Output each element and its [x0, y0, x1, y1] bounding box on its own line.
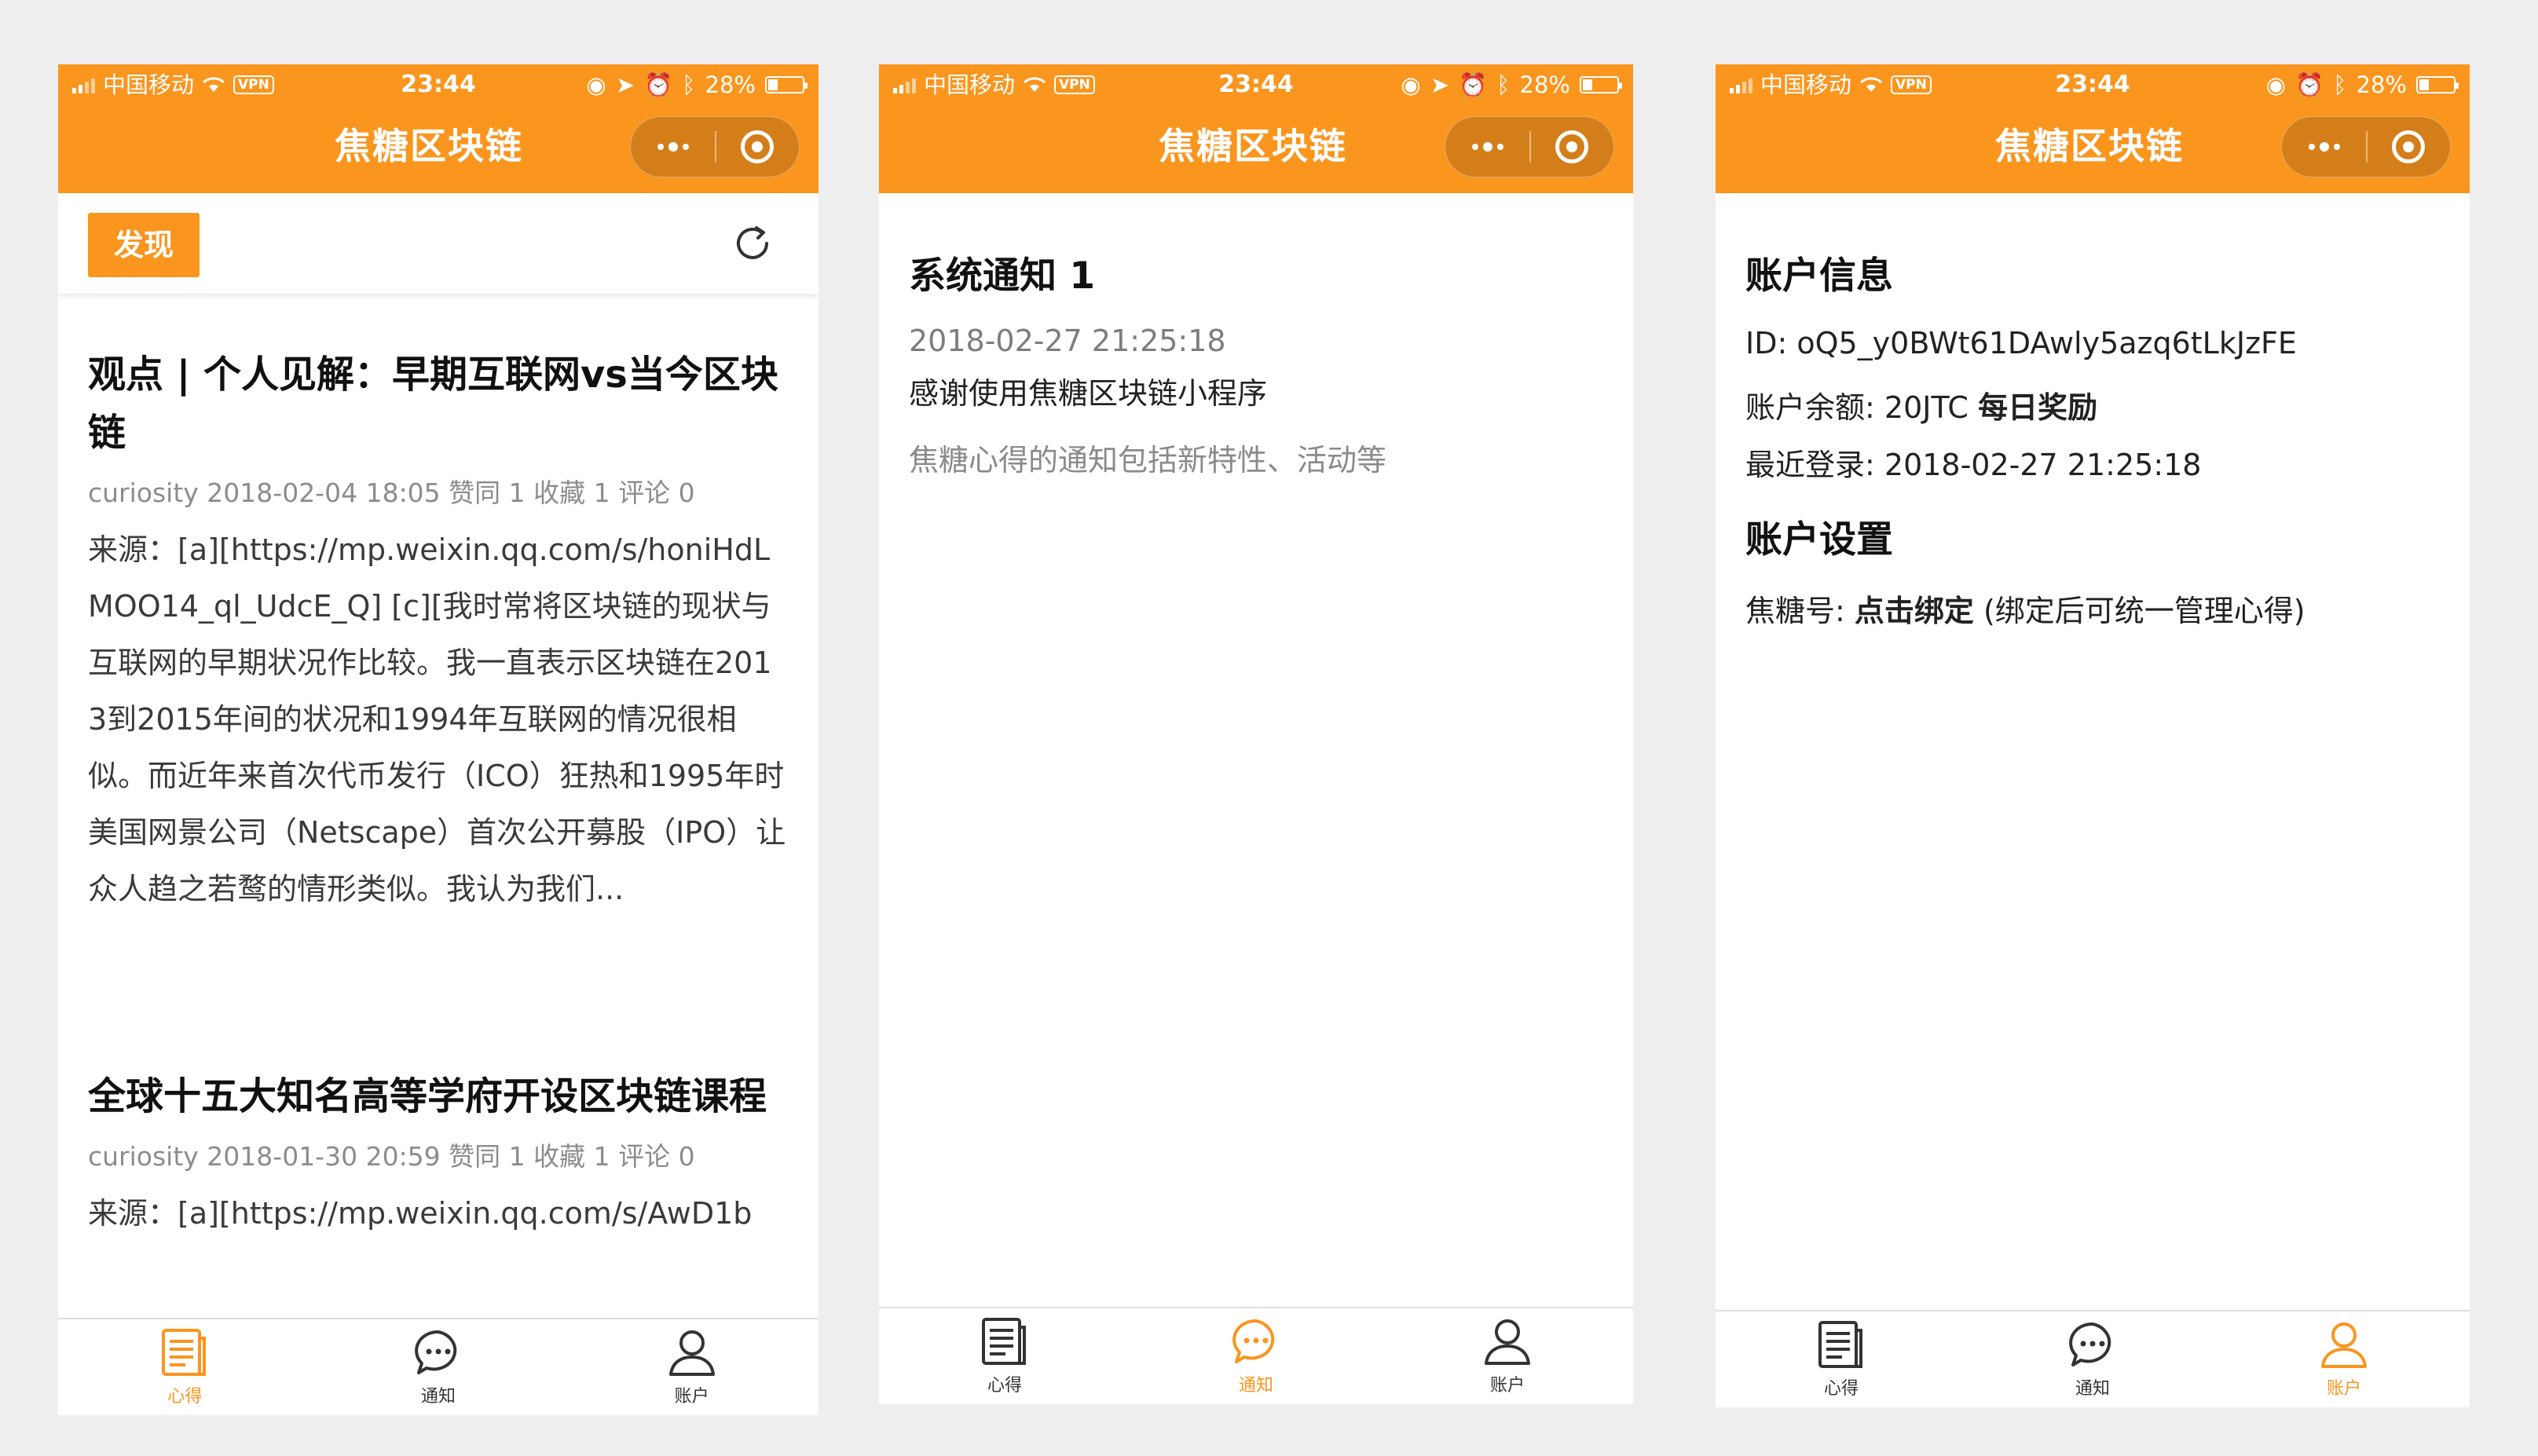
- article-card[interactable]: 全球十五大知名高等学府开设区块链课程 curiosity 2018-01-30 …: [88, 1067, 787, 1242]
- document-icon: [162, 1329, 207, 1376]
- battery-percent: 28%: [1519, 71, 1570, 98]
- article-title[interactable]: 全球十五大知名高等学府开设区块链课程: [88, 1067, 787, 1125]
- bluetooth-icon: ᛒ: [682, 71, 696, 98]
- bluetooth-icon: ᛒ: [2333, 71, 2347, 98]
- balance-value: 20JTC: [1884, 390, 1969, 425]
- tab-insights[interactable]: 心得: [879, 1308, 1130, 1404]
- last-login-label: 最近登录:: [1745, 448, 1884, 482]
- document-icon: [982, 1318, 1026, 1365]
- account-info-heading: 账户信息: [1745, 254, 1893, 298]
- notice-title[interactable]: 系统通知 1: [909, 245, 1095, 299]
- tab-bar: 心得 通知 账户: [58, 1318, 819, 1415]
- battery-icon: [765, 76, 808, 93]
- battery-icon: [1580, 76, 1622, 93]
- navigation-bar: 中国移动 VPN 23:44 ◉ ⏰ ᛒ 28% 焦糖区块链: [1716, 64, 2470, 193]
- close-mini-program-icon[interactable]: [1531, 116, 1613, 177]
- jt-number-label: 焦糖号:: [1745, 594, 1855, 628]
- account-balance-row: 账户余额: 20JTC 每日奖励: [1745, 383, 2097, 426]
- page-title: 焦糖区块链: [1159, 125, 1347, 167]
- bind-account-link[interactable]: 点击绑定: [1855, 594, 1974, 628]
- document-icon: [1818, 1321, 1862, 1368]
- user-icon: [1485, 1319, 1530, 1365]
- notice-description: 焦糖心得的通知包括新特性、活动等: [909, 443, 1387, 477]
- bind-hint: (绑定后可统一管理心得): [1973, 594, 2305, 628]
- navigation-bar: 中国移动 VPN 23:44 ◉ ➤ ⏰ ᛒ 28% 焦糖区块链: [879, 64, 1633, 193]
- battery-percent: 28%: [2356, 71, 2407, 98]
- discover-button[interactable]: 发现: [88, 213, 200, 277]
- article-excerpt: 来源：[a][https://mp.weixin.qq.com/s/AwD1b: [88, 1196, 753, 1231]
- lock-rotation-icon: ◉: [586, 71, 606, 98]
- last-login-value: 2018-02-27 21:25:18: [1884, 448, 2202, 482]
- capsule-menu: [2281, 116, 2451, 177]
- tab-notice[interactable]: 通知: [1967, 1311, 2218, 1407]
- account-id-label: ID:: [1745, 326, 1797, 360]
- daily-reward-link[interactable]: 每日奖励: [1978, 390, 2097, 425]
- tab-label: 通知: [421, 1387, 456, 1407]
- tab-label: 心得: [1823, 1379, 1859, 1399]
- account-id-value: oQ5_y0BWt61DAwly5azq6tLkJzFE: [1796, 326, 2297, 360]
- article-excerpt: 来源：[a][https://mp.weixin.qq.com/s/honiHd…: [88, 532, 786, 906]
- article-meta: curiosity 2018-01-30 20:59 赞同 1 收藏 1 评论 …: [88, 1141, 695, 1172]
- capsule-menu: [1445, 116, 1614, 177]
- phone-screen-notice: 中国移动 VPN 23:44 ◉ ➤ ⏰ ᛒ 28% 焦糖区块链 系统通知 1 …: [879, 64, 1633, 1404]
- tab-label: 心得: [987, 1376, 1022, 1396]
- location-icon: ➤: [1430, 71, 1450, 98]
- tab-bar: 心得 通知 账户: [1716, 1310, 2470, 1407]
- tab-label: 心得: [167, 1387, 203, 1407]
- tab-notice[interactable]: 通知: [312, 1319, 566, 1415]
- navigation-bar: 中国移动 VPN 23:44 ◉ ➤ ⏰ ᛒ 28% 焦糖区块链: [58, 64, 819, 193]
- phone-screen-discover: 中国移动 VPN 23:44 ◉ ➤ ⏰ ᛒ 28% 焦糖区块链 发现 观点 |…: [58, 64, 819, 1415]
- tab-label: 通知: [1238, 1376, 1273, 1396]
- tab-label: 账户: [1489, 1376, 1525, 1396]
- chat-icon: [1232, 1319, 1275, 1363]
- alarm-icon: ⏰: [1459, 71, 1488, 98]
- tab-label: 账户: [674, 1387, 709, 1407]
- account-settings-heading: 账户设置: [1745, 518, 1893, 562]
- tab-insights[interactable]: 心得: [58, 1319, 312, 1415]
- tab-insights[interactable]: 心得: [1716, 1311, 1967, 1407]
- tab-bar: 心得 通知 账户: [879, 1307, 1633, 1404]
- more-icon[interactable]: [2282, 116, 2366, 177]
- article-meta: curiosity 2018-02-04 18:05 赞同 1 收藏 1 评论 …: [88, 477, 695, 508]
- user-icon: [668, 1330, 715, 1376]
- user-icon: [2321, 1322, 2367, 1368]
- article-card[interactable]: 观点 | 个人见解：早期互联网vs当今区块链 curiosity 2018-02…: [88, 346, 787, 917]
- page-title: 焦糖区块链: [1995, 125, 2184, 167]
- status-bar: 中国移动 VPN 23:44 ◉ ➤ ⏰ ᛒ 28%: [879, 64, 1633, 105]
- status-bar: 中国移动 VPN 23:44 ◉ ➤ ⏰ ᛒ 28%: [58, 64, 819, 105]
- article-title[interactable]: 观点 | 个人见解：早期互联网vs当今区块链: [88, 346, 787, 462]
- close-mini-program-icon[interactable]: [716, 116, 799, 177]
- page-title: 焦糖区块链: [335, 125, 523, 167]
- notice-message: 感谢使用焦糖区块链小程序: [909, 376, 1268, 411]
- tab-notice[interactable]: 通知: [1130, 1308, 1382, 1404]
- tab-account[interactable]: 账户: [565, 1319, 819, 1415]
- alarm-icon: ⏰: [644, 71, 673, 98]
- balance-label: 账户余额:: [1745, 390, 1884, 425]
- battery-percent: 28%: [705, 71, 756, 98]
- battery-icon: [2416, 76, 2459, 93]
- chat-icon: [415, 1330, 457, 1374]
- jt-number-row: 焦糖号: 点击绑定 (绑定后可统一管理心得): [1745, 587, 2305, 630]
- last-login-row: 最近登录: 2018-02-27 21:25:18: [1745, 441, 2201, 484]
- capsule-menu: [630, 116, 800, 177]
- more-icon[interactable]: [631, 116, 715, 177]
- lock-rotation-icon: ◉: [2265, 71, 2287, 98]
- tab-account[interactable]: 账户: [2218, 1311, 2470, 1407]
- refresh-icon[interactable]: [731, 221, 775, 265]
- more-icon[interactable]: [1445, 116, 1529, 177]
- bluetooth-icon: ᛒ: [1496, 71, 1511, 98]
- alarm-icon: ⏰: [2295, 71, 2324, 98]
- location-icon: ➤: [615, 71, 635, 98]
- tab-label: 账户: [2326, 1379, 2361, 1399]
- chat-icon: [2069, 1322, 2111, 1366]
- phone-screen-account: 中国移动 VPN 23:44 ◉ ⏰ ᛒ 28% 焦糖区块链 账户信息 ID: …: [1716, 64, 2470, 1407]
- discover-toolbar: 发现: [58, 193, 819, 294]
- notice-date: 2018-02-27 21:25:18: [909, 324, 1226, 358]
- status-bar: 中国移动 VPN 23:44 ◉ ⏰ ᛒ 28%: [1716, 64, 2470, 105]
- tab-label: 通知: [2075, 1379, 2110, 1399]
- tab-account[interactable]: 账户: [1382, 1308, 1633, 1404]
- account-id-row: ID: oQ5_y0BWt61DAwly5azq6tLkJzFE: [1745, 326, 2297, 360]
- close-mini-program-icon[interactable]: [2368, 116, 2450, 177]
- lock-rotation-icon: ◉: [1401, 71, 1421, 98]
